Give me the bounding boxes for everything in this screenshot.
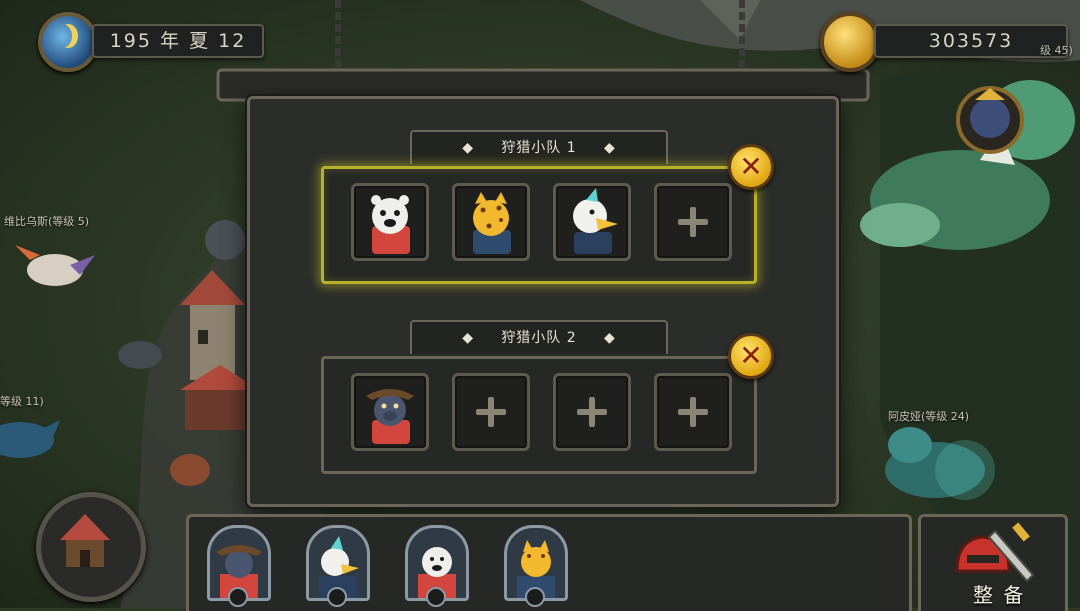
roster-2-paw-icon [327, 587, 347, 607]
team-1-slot-1[interactable] [351, 183, 429, 261]
team-2-header: ◆ 狩猎小队 2 ◆ [410, 320, 668, 354]
moon-icon [52, 24, 72, 48]
enemy-hero-emblem[interactable] [956, 86, 1024, 154]
team-2-title: 狩猎小队 2 [501, 330, 577, 346]
close-x-icon: ✕ [739, 150, 763, 183]
team-2-slot-4[interactable] [654, 373, 732, 451]
boar-pirate-portrait-icon [366, 389, 414, 444]
add-member-plus-icon [678, 207, 708, 237]
team-2-remove-button[interactable]: ✕ [728, 333, 774, 379]
equip-label: 整 备 [973, 583, 1026, 607]
gold-amount: 303573 [928, 30, 1014, 52]
creature-label-level11: 等级 11) [0, 395, 44, 408]
polar-bear-portrait-icon [371, 195, 410, 254]
team-2-slot-2[interactable] [452, 373, 530, 451]
gold-counter: 303573 [874, 24, 1068, 58]
add-member-plus-icon [678, 397, 708, 427]
roster-4-bow-icon [525, 587, 545, 607]
team-1-slot-2[interactable] [452, 183, 530, 261]
diamond-icon: ◆ [462, 330, 475, 346]
team-2-slot-1[interactable] [351, 373, 429, 451]
creature-label-appia: 阿皮娅(等级 24) [888, 410, 970, 423]
team-2-slot-3[interactable] [553, 373, 631, 451]
hunting-team-panel: ◆ 狩猎小队 1 ◆ ✕ ◆ 狩猎小队 2 ◆ ✕ [247, 96, 839, 507]
character-roster-tray [186, 514, 912, 611]
leopard-portrait-icon [473, 192, 511, 254]
creature-label-vibius: 维比乌斯(等级 5) [4, 215, 90, 228]
add-member-plus-icon [577, 397, 607, 427]
team-2-box[interactable] [321, 356, 757, 474]
diamond-icon: ◆ [603, 140, 616, 156]
team-1-slot-4[interactable] [654, 183, 732, 261]
team-1-box[interactable] [321, 166, 757, 284]
house-icon [60, 514, 110, 567]
team-1-remove-button[interactable]: ✕ [728, 144, 774, 190]
gold-coin-icon[interactable] [820, 12, 880, 72]
home-base-button[interactable] [36, 492, 146, 602]
diamond-icon: ◆ [603, 330, 616, 346]
team-1-slot-3[interactable] [553, 183, 631, 261]
calendar-date: 195 年 夏 12 [92, 24, 264, 58]
roster-1-shield-icon [228, 587, 248, 607]
add-member-plus-icon [476, 397, 506, 427]
team-1-title: 狩猎小队 1 [501, 140, 577, 156]
level-label-fragment: 级 45) [1040, 44, 1073, 57]
close-x-icon: ✕ [739, 339, 763, 372]
equip-button[interactable]: 整 备 [918, 514, 1068, 611]
team-1-header: ◆ 狩猎小队 1 ◆ [410, 130, 668, 164]
diamond-icon: ◆ [462, 140, 475, 156]
roster-3-sword-icon [426, 587, 446, 607]
eagle-portrait-icon [573, 188, 618, 254]
date-text: 195 年 夏 12 [109, 30, 247, 52]
